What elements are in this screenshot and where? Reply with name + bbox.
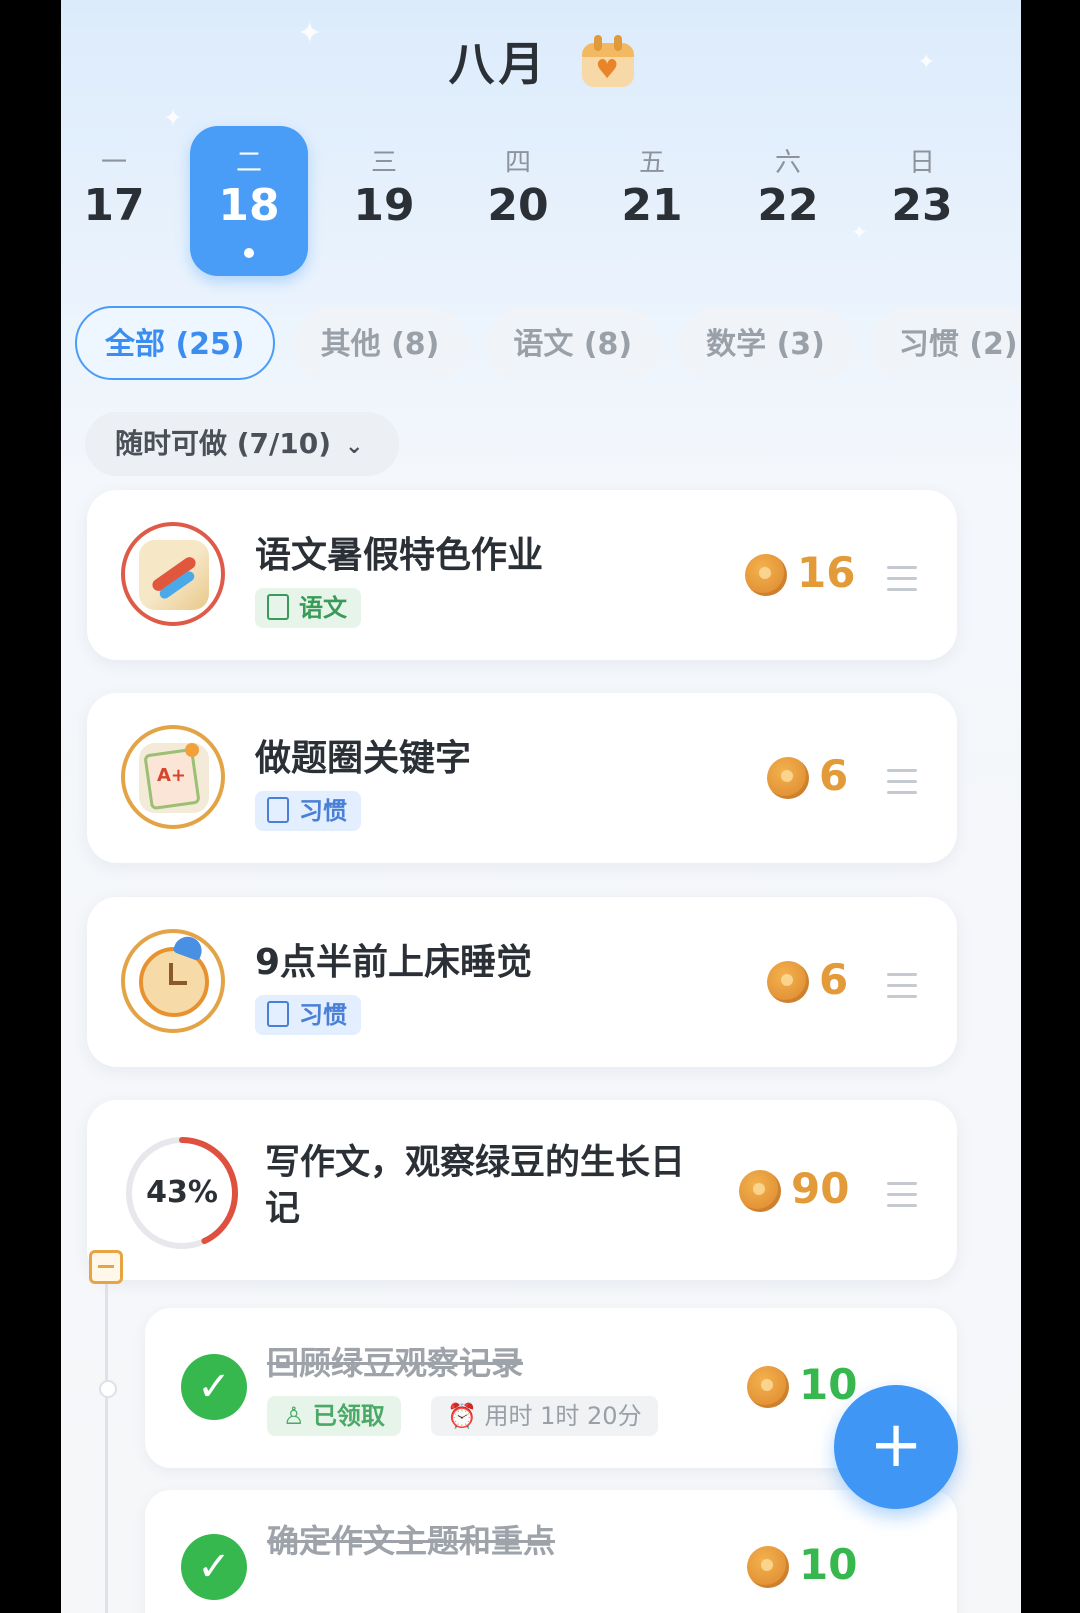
task-card[interactable]: A+ 做题圈关键字 习惯 6 xyxy=(87,693,957,863)
day-number: 20 xyxy=(487,180,549,231)
subtask-points: 10 xyxy=(799,1360,858,1409)
filter-dropdown[interactable]: 随时可做 (7/10) ⌄ xyxy=(85,412,400,476)
subtask-points: 10 xyxy=(799,1540,858,1589)
coin-icon xyxy=(747,1366,789,1408)
task-points: 6 xyxy=(819,751,849,800)
subtask-connector-line xyxy=(105,1284,108,1613)
task-title: 语文暑假特色作业 xyxy=(255,535,544,576)
exam-paper-icon: A+ xyxy=(121,725,225,829)
day-17[interactable]: 一 17 xyxy=(61,126,173,276)
drag-handle-icon[interactable] xyxy=(887,566,917,592)
task-card[interactable]: 9点半前上床睡觉 习惯 6 xyxy=(87,897,957,1067)
coin-icon xyxy=(747,1546,789,1588)
weekday-label: 三 xyxy=(370,148,397,178)
day-23[interactable]: 日 23 xyxy=(863,126,981,276)
claimed-badge: ♙ 已领取 xyxy=(267,1396,401,1436)
weekday-label: 六 xyxy=(774,148,801,178)
subject-tag: 习惯 xyxy=(255,995,361,1035)
progress-percent: 43% xyxy=(146,1175,218,1210)
day-number: 19 xyxy=(353,180,415,231)
book-pencil-icon xyxy=(121,522,225,626)
task-card[interactable]: 语文暑假特色作业 语文 16 xyxy=(87,490,957,660)
day-20[interactable]: 四 20 xyxy=(459,126,577,276)
task-title: 9点半前上床睡觉 xyxy=(255,942,533,983)
tab-all[interactable]: 全部 (25) xyxy=(75,306,275,380)
task-points: 6 xyxy=(819,955,849,1004)
reward-icon: ♙ xyxy=(283,1402,313,1430)
day-number: 17 xyxy=(83,180,145,231)
document-icon xyxy=(267,797,289,823)
day-22[interactable]: 六 22 xyxy=(729,126,847,276)
day-19[interactable]: 三 19 xyxy=(325,126,443,276)
coin-icon xyxy=(767,961,809,1003)
weekday-label: 二 xyxy=(235,148,262,178)
subtask-connector-node xyxy=(99,1380,117,1398)
time-spent-badge: ⏰ 用时 1时 20分 xyxy=(431,1396,658,1436)
tab-chinese[interactable]: 语文 (8) xyxy=(485,308,661,382)
add-task-button[interactable]: + xyxy=(834,1385,958,1509)
tab-habit[interactable]: 习惯 (2) xyxy=(870,308,1021,382)
coin-icon xyxy=(739,1170,781,1212)
progress-ring: 43% xyxy=(123,1134,241,1252)
checkmark-icon[interactable]: ✓ xyxy=(181,1354,247,1420)
day-number: 21 xyxy=(621,180,683,231)
drag-handle-icon[interactable] xyxy=(887,1182,917,1208)
weekday-label: 四 xyxy=(504,148,531,178)
subject-tag: 语文 xyxy=(255,588,361,628)
app-screen: ✦ ✦ ✦ ✦ 八月 ♥ 一 17 二 18 三 19 四 20 五 21 六 … xyxy=(61,0,1021,1613)
month-header: 八月 ♥ xyxy=(61,28,1021,94)
alarm-clock-icon xyxy=(121,929,225,1033)
coin-icon xyxy=(767,757,809,799)
filter-label: 随时可做 (7/10) xyxy=(115,427,332,460)
subject-tag: 习惯 xyxy=(255,791,361,831)
task-points: 16 xyxy=(797,548,856,597)
subtask-title: 确定作文主题和重点 xyxy=(267,1522,556,1560)
day-18-selected[interactable]: 二 18 xyxy=(190,126,308,276)
calendar-heart-icon[interactable]: ♥ xyxy=(581,35,634,87)
project-card[interactable]: 43% 写作文，观察绿豆的生长日记 90 xyxy=(87,1100,957,1280)
week-strip: 一 17 二 18 三 19 四 20 五 21 六 22 日 23 xyxy=(61,126,1021,276)
document-icon xyxy=(267,594,289,620)
drag-handle-icon[interactable] xyxy=(887,973,917,999)
day-number: 22 xyxy=(757,180,819,231)
drag-handle-icon[interactable] xyxy=(887,769,917,795)
subtask-title: 回顾绿豆观察记录 xyxy=(267,1344,524,1382)
day-number: 23 xyxy=(891,180,953,231)
chevron-down-icon: ⌄ xyxy=(345,434,364,459)
collapse-subtasks-button[interactable] xyxy=(89,1250,123,1284)
checkmark-icon[interactable]: ✓ xyxy=(181,1534,247,1600)
weekday-label: 五 xyxy=(638,148,665,178)
day-21[interactable]: 五 21 xyxy=(593,126,711,276)
weekday-label: 一 xyxy=(100,148,127,178)
day-number: 18 xyxy=(218,180,280,231)
today-dot xyxy=(244,248,254,258)
alarm-icon: ⏰ xyxy=(447,1402,485,1430)
month-title: 八月 xyxy=(448,37,549,91)
document-icon xyxy=(267,1001,289,1027)
tab-other[interactable]: 其他 (8) xyxy=(292,308,468,382)
category-tabs: 全部 (25) 其他 (8) 语文 (8) 数学 (3) 习惯 (2) xyxy=(75,306,1021,386)
tab-math[interactable]: 数学 (3) xyxy=(678,308,853,382)
project-title: 写作文，观察绿豆的生长日记 xyxy=(265,1143,686,1229)
coin-icon xyxy=(745,554,787,596)
project-points: 90 xyxy=(791,1164,850,1213)
task-title: 做题圈关键字 xyxy=(255,738,472,779)
weekday-label: 日 xyxy=(908,148,935,178)
subtask-card[interactable]: ✓ 确定作文主题和重点 10 xyxy=(145,1490,957,1613)
